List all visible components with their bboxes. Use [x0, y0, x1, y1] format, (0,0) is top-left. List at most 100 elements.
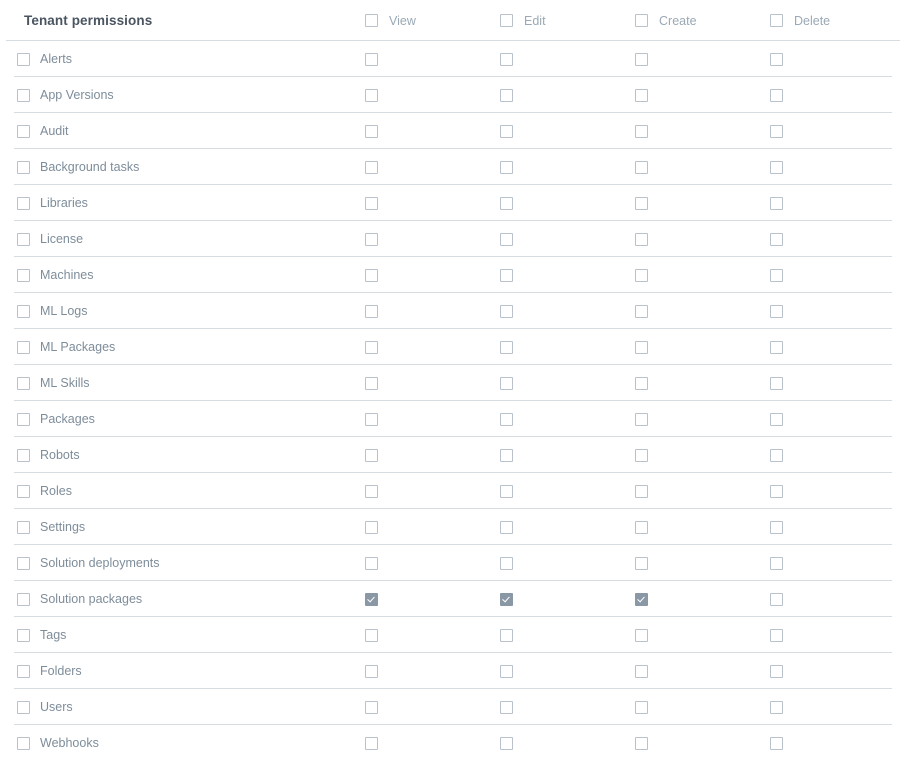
permission-cell-create[interactable] — [635, 329, 648, 365]
permission-checkbox-view[interactable] — [365, 88, 378, 102]
permission-cell-view[interactable] — [365, 725, 378, 761]
permission-checkbox-view[interactable] — [365, 484, 378, 498]
permission-checkbox-delete[interactable] — [770, 52, 783, 66]
row-select-checkbox[interactable] — [17, 160, 30, 174]
permission-checkbox-view[interactable] — [365, 124, 378, 138]
permission-checkbox-view[interactable] — [365, 376, 378, 390]
permission-cell-view[interactable] — [365, 113, 378, 149]
permission-checkbox-create[interactable] — [635, 484, 648, 498]
permission-checkbox-create[interactable] — [635, 412, 648, 426]
permission-cell-edit[interactable] — [500, 689, 513, 725]
permission-checkbox-edit[interactable] — [500, 304, 513, 318]
permission-checkbox-delete[interactable] — [770, 88, 783, 102]
table-row[interactable]: Tags — [0, 617, 906, 653]
permission-cell-delete[interactable] — [770, 401, 783, 437]
row-name-cell[interactable]: App Versions — [17, 77, 114, 113]
permission-cell-delete[interactable] — [770, 257, 783, 293]
permission-cell-delete[interactable] — [770, 113, 783, 149]
table-row[interactable]: Audit — [0, 113, 906, 149]
permission-cell-create[interactable] — [635, 473, 648, 509]
permission-cell-delete[interactable] — [770, 581, 783, 617]
permission-cell-edit[interactable] — [500, 473, 513, 509]
permission-checkbox-create[interactable] — [635, 376, 648, 390]
permission-cell-delete[interactable] — [770, 509, 783, 545]
permission-checkbox-create[interactable] — [635, 196, 648, 210]
permission-cell-edit[interactable] — [500, 185, 513, 221]
permission-cell-view[interactable] — [365, 509, 378, 545]
permission-cell-create[interactable] — [635, 725, 648, 761]
permission-cell-edit[interactable] — [500, 113, 513, 149]
permission-checkbox-delete[interactable] — [770, 412, 783, 426]
permission-cell-edit[interactable] — [500, 653, 513, 689]
permission-cell-delete[interactable] — [770, 293, 783, 329]
permission-cell-delete[interactable] — [770, 41, 783, 77]
row-select-checkbox[interactable] — [17, 376, 30, 390]
column-header-edit[interactable]: Edit — [500, 0, 546, 41]
permission-checkbox-create[interactable] — [635, 232, 648, 246]
row-name-cell[interactable]: Roles — [17, 473, 72, 509]
permission-checkbox-edit[interactable] — [500, 412, 513, 426]
permission-checkbox-create[interactable] — [635, 268, 648, 282]
permission-checkbox-view[interactable] — [365, 556, 378, 570]
table-row[interactable]: Libraries — [0, 185, 906, 221]
permission-checkbox-create[interactable] — [635, 520, 648, 534]
permission-cell-delete[interactable] — [770, 77, 783, 113]
permission-checkbox-edit[interactable] — [500, 88, 513, 102]
permission-cell-delete[interactable] — [770, 617, 783, 653]
select-all-delete-checkbox[interactable] — [770, 14, 783, 27]
permission-cell-view[interactable] — [365, 473, 378, 509]
row-name-cell[interactable]: Users — [17, 689, 73, 725]
permission-cell-delete[interactable] — [770, 473, 783, 509]
permission-checkbox-create[interactable] — [635, 448, 648, 462]
row-name-cell[interactable]: Libraries — [17, 185, 88, 221]
permission-cell-delete[interactable] — [770, 725, 783, 761]
permission-cell-edit[interactable] — [500, 41, 513, 77]
permission-checkbox-delete[interactable] — [770, 268, 783, 282]
column-header-create[interactable]: Create — [635, 0, 697, 41]
row-select-checkbox[interactable] — [17, 520, 30, 534]
permission-cell-create[interactable] — [635, 149, 648, 185]
table-row[interactable]: License — [0, 221, 906, 257]
select-all-create-checkbox[interactable] — [635, 14, 648, 27]
select-all-view-checkbox[interactable] — [365, 14, 378, 27]
permission-checkbox-edit[interactable] — [500, 160, 513, 174]
permission-checkbox-delete[interactable] — [770, 124, 783, 138]
permission-checkbox-view[interactable] — [365, 664, 378, 678]
row-name-cell[interactable]: Webhooks — [17, 725, 99, 761]
row-select-checkbox[interactable] — [17, 556, 30, 570]
permission-cell-create[interactable] — [635, 689, 648, 725]
row-select-checkbox[interactable] — [17, 484, 30, 498]
permission-checkbox-delete[interactable] — [770, 736, 783, 750]
permission-checkbox-edit[interactable] — [500, 124, 513, 138]
permission-checkbox-edit[interactable] — [500, 448, 513, 462]
permission-checkbox-delete[interactable] — [770, 664, 783, 678]
row-select-checkbox[interactable] — [17, 664, 30, 678]
permission-cell-view[interactable] — [365, 293, 378, 329]
permission-cell-delete[interactable] — [770, 545, 783, 581]
row-select-checkbox[interactable] — [17, 52, 30, 66]
permission-checkbox-create[interactable] — [635, 88, 648, 102]
permission-checkbox-create[interactable] — [635, 160, 648, 174]
permission-checkbox-view[interactable] — [365, 736, 378, 750]
permission-checkbox-delete[interactable] — [770, 484, 783, 498]
permission-cell-view[interactable] — [365, 581, 378, 617]
permission-cell-create[interactable] — [635, 581, 648, 617]
permission-cell-view[interactable] — [365, 545, 378, 581]
select-all-edit-checkbox[interactable] — [500, 14, 513, 27]
permission-checkbox-delete[interactable] — [770, 520, 783, 534]
table-row[interactable]: ML Packages — [0, 329, 906, 365]
permission-checkbox-edit[interactable] — [500, 556, 513, 570]
table-row[interactable]: Settings — [0, 509, 906, 545]
permission-checkbox-create[interactable] — [635, 52, 648, 66]
permission-cell-create[interactable] — [635, 437, 648, 473]
permission-cell-create[interactable] — [635, 41, 648, 77]
permission-cell-view[interactable] — [365, 257, 378, 293]
permission-checkbox-edit[interactable] — [500, 52, 513, 66]
row-name-cell[interactable]: Tags — [17, 617, 66, 653]
permission-cell-create[interactable] — [635, 185, 648, 221]
row-select-checkbox[interactable] — [17, 448, 30, 462]
row-select-checkbox[interactable] — [17, 124, 30, 138]
permission-checkbox-view[interactable] — [365, 520, 378, 534]
permission-checkbox-view[interactable] — [365, 232, 378, 246]
row-name-cell[interactable]: Solution packages — [17, 581, 142, 617]
